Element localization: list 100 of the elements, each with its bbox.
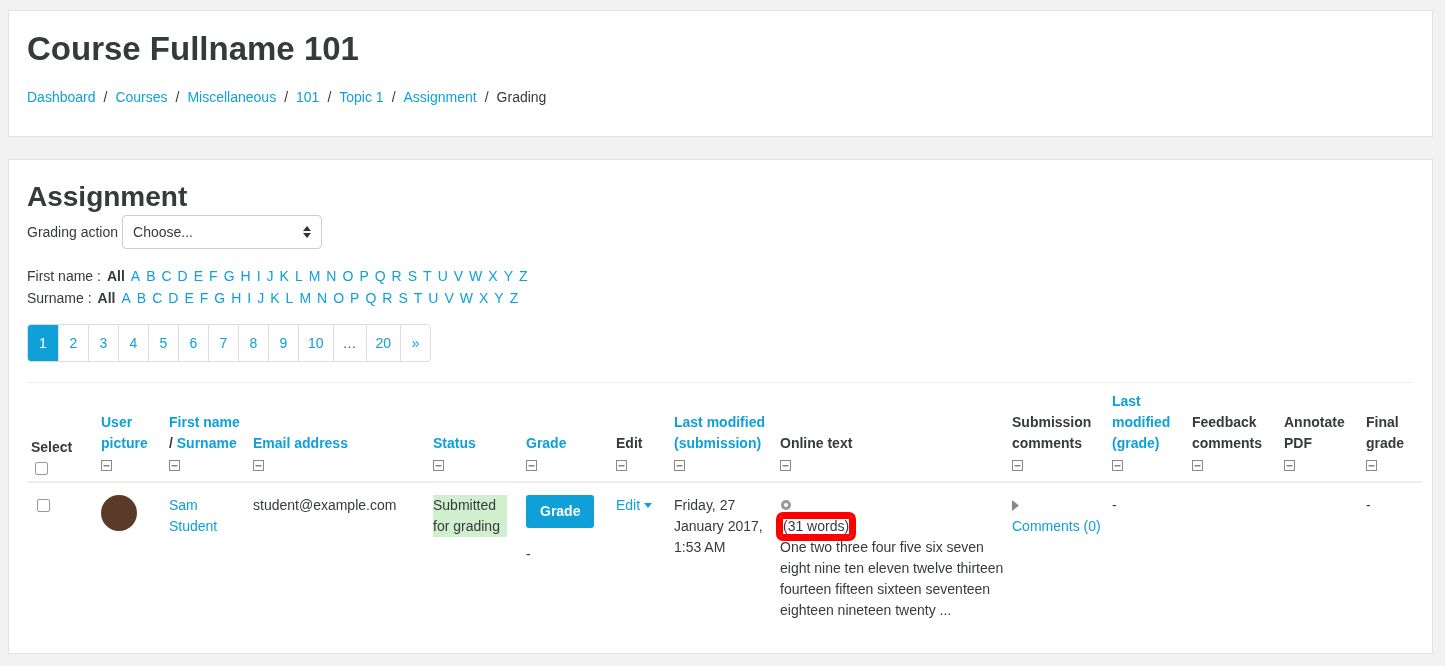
letter-link[interactable]: V xyxy=(444,287,454,310)
letter-link[interactable]: M xyxy=(308,265,321,288)
sort-link[interactable]: Status xyxy=(433,433,476,455)
select-all-checkbox[interactable] xyxy=(35,462,48,476)
letter-link[interactable]: V xyxy=(453,265,464,288)
letter-link[interactable]: K xyxy=(270,287,280,310)
page-link[interactable]: 4 xyxy=(118,325,148,362)
sort-link[interactable]: Surname xyxy=(176,433,237,455)
breadcrumb-current: Grading xyxy=(496,87,547,107)
letter-link[interactable]: R xyxy=(391,265,402,288)
letter-link[interactable]: U xyxy=(428,287,439,310)
letter-link[interactable]: Q xyxy=(365,287,377,310)
sort-arrows-icon xyxy=(303,226,312,239)
letter-link[interactable]: E xyxy=(193,265,204,288)
breadcrumb-link[interactable]: Courses xyxy=(115,86,168,108)
breadcrumb-link[interactable]: Assignment xyxy=(403,86,477,108)
filter-label: First name : xyxy=(27,267,101,287)
collapse-icon xyxy=(101,460,112,471)
letter-link[interactable]: K xyxy=(279,265,289,288)
sort-link[interactable]: User picture xyxy=(101,412,161,455)
letter-link[interactable]: C xyxy=(152,287,163,310)
letter-link[interactable]: A xyxy=(121,287,131,310)
letter-link[interactable]: T xyxy=(423,265,432,288)
letter-link[interactable]: S xyxy=(398,287,408,310)
online-text-excerpt: One two three four five six seven eight nine ten eleven twelve thirteen fourteen fifteen sixteen seventeen eighteen nineteen twenty ... xyxy=(780,538,1004,621)
letter-link[interactable]: W xyxy=(469,265,483,288)
letter-link[interactable]: F xyxy=(199,287,209,310)
letter-link[interactable]: P xyxy=(359,265,369,288)
letter-link[interactable]: Z xyxy=(509,287,519,310)
collapse-icon xyxy=(526,460,537,471)
letter-link[interactable]: S xyxy=(407,265,418,288)
sort-link[interactable]: Email address xyxy=(253,433,348,455)
letter-link[interactable]: D xyxy=(177,265,188,288)
comments-link[interactable]: Comments (0) xyxy=(1012,516,1104,538)
page-link[interactable]: … xyxy=(332,325,366,362)
page-link[interactable]: 9 xyxy=(268,325,298,362)
letter-link[interactable]: L xyxy=(285,287,294,310)
sort-link[interactable]: First name xyxy=(169,412,240,434)
letter-link[interactable]: U xyxy=(437,265,448,288)
collapse-icon xyxy=(780,460,791,471)
letter-link[interactable]: Y xyxy=(503,265,513,288)
letter-link[interactable]: G xyxy=(214,287,226,310)
letter-link[interactable]: Y xyxy=(494,287,504,310)
sort-link[interactable]: Last modified (submission) xyxy=(674,412,772,455)
letter-link[interactable]: I xyxy=(256,265,261,288)
breadcrumb-link[interactable]: Miscellaneous xyxy=(187,86,277,108)
page-link[interactable]: 2 xyxy=(58,325,88,362)
page-link[interactable]: 8 xyxy=(238,325,268,362)
page-link[interactable]: 10 xyxy=(298,325,333,362)
letter-link[interactable]: O xyxy=(342,265,354,288)
breadcrumb-link[interactable]: Dashboard xyxy=(27,86,96,108)
letter-link[interactable]: Z xyxy=(519,265,528,288)
letter-link[interactable]: Q xyxy=(374,265,386,288)
user-name-link[interactable]: Sam Student xyxy=(169,495,245,538)
letter-link[interactable]: N xyxy=(317,287,328,310)
letter-link[interactable]: X xyxy=(479,287,489,310)
breadcrumb-link[interactable]: 101 xyxy=(296,86,320,108)
letter-link[interactable]: H xyxy=(231,287,242,310)
page-link[interactable]: 20 xyxy=(365,325,401,362)
breadcrumb-separator: / xyxy=(327,87,332,107)
letter-link[interactable]: H xyxy=(240,265,251,288)
breadcrumb-link[interactable]: Topic 1 xyxy=(339,86,384,108)
letter-link[interactable]: X xyxy=(488,265,498,288)
letter-link[interactable]: W xyxy=(459,287,473,310)
filter-all: All xyxy=(97,289,116,309)
column-header: Edit xyxy=(616,435,643,452)
letter-link[interactable]: E xyxy=(184,287,194,310)
letter-link[interactable]: B xyxy=(136,287,147,310)
page-link[interactable]: 3 xyxy=(88,325,118,362)
grading-action-select[interactable]: Choose... xyxy=(122,215,323,250)
letter-link[interactable]: A xyxy=(130,265,141,288)
letter-link[interactable]: N xyxy=(326,265,337,288)
sort-link[interactable]: Last modified (grade) xyxy=(1112,391,1184,455)
collapse-icon xyxy=(433,460,444,471)
letter-link[interactable]: R xyxy=(382,287,393,310)
edit-menu-link[interactable]: Edit xyxy=(616,495,653,517)
letter-link[interactable]: P xyxy=(350,287,360,310)
page-link[interactable]: » xyxy=(400,325,431,362)
letter-link[interactable]: J xyxy=(257,287,265,310)
grade-button[interactable]: Grade xyxy=(526,495,595,529)
sort-link[interactable]: Grade xyxy=(526,433,567,455)
breadcrumb-separator: / xyxy=(103,87,108,107)
row-checkbox[interactable] xyxy=(37,499,50,513)
letter-link[interactable]: I xyxy=(247,287,252,310)
letter-link[interactable]: C xyxy=(161,265,172,288)
final-grade-text: - xyxy=(1366,497,1371,514)
letter-link[interactable]: G xyxy=(223,265,235,288)
letter-link[interactable]: F xyxy=(209,265,218,288)
letter-link[interactable]: J xyxy=(266,265,274,288)
header-separator: / xyxy=(169,435,173,452)
letter-link[interactable]: M xyxy=(299,287,312,310)
page-link[interactable]: 5 xyxy=(148,325,178,362)
page-link[interactable]: 1 xyxy=(28,325,58,362)
letter-link[interactable]: D xyxy=(168,287,179,310)
page-link[interactable]: 6 xyxy=(178,325,208,362)
letter-link[interactable]: B xyxy=(146,265,156,288)
letter-link[interactable]: T xyxy=(413,287,423,310)
letter-link[interactable]: O xyxy=(333,287,345,310)
page-link[interactable]: 7 xyxy=(208,325,238,362)
letter-link[interactable]: L xyxy=(294,265,303,288)
